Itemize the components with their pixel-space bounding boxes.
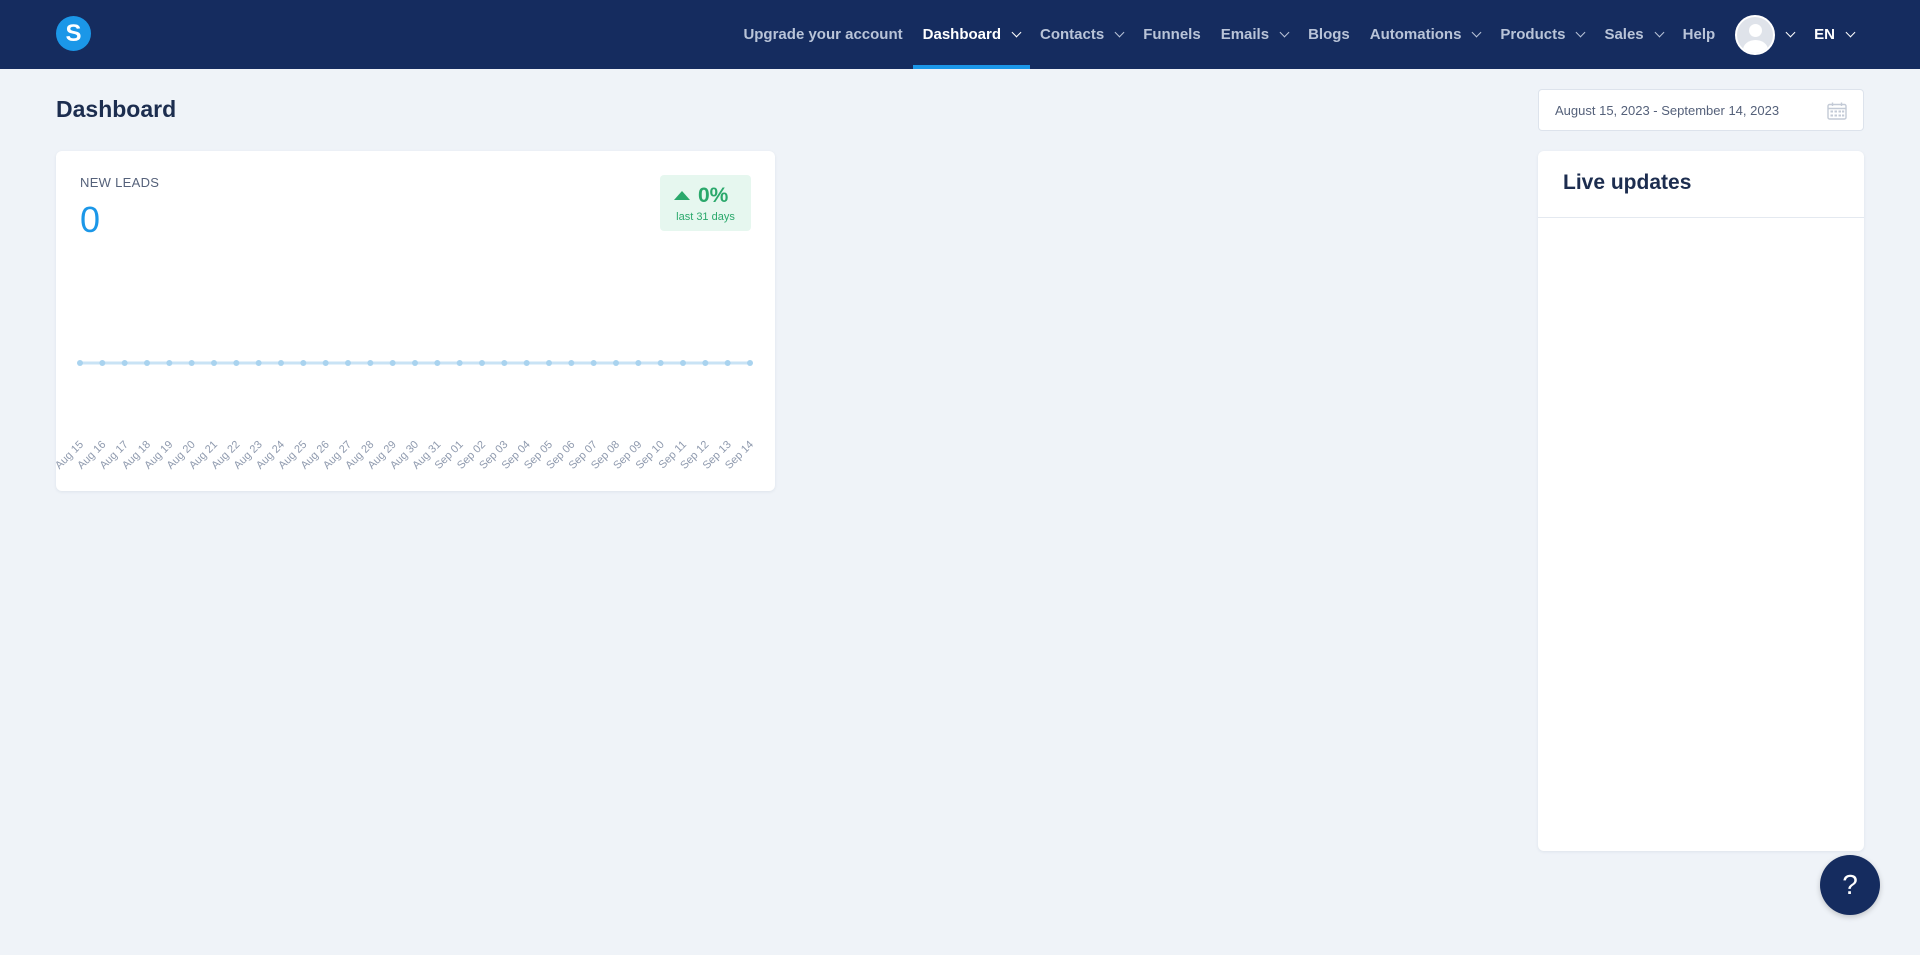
chart-point[interactable]	[188, 360, 195, 366]
date-range-value: August 15, 2023 - September 14, 2023	[1555, 102, 1780, 118]
live-updates-title: Live updates	[1563, 171, 1692, 194]
chart-point[interactable]	[121, 360, 128, 366]
new-leads-card: NEW LEADS 0 0% last 31 days Aug 15 Aug 16…	[56, 151, 775, 491]
language-label: EN	[1814, 26, 1835, 43]
nav-item-label: Contacts	[1040, 26, 1105, 43]
nav-item-label: Blogs	[1308, 26, 1350, 43]
chart-point[interactable]	[501, 360, 508, 366]
chart-point[interactable]	[412, 360, 418, 366]
chevron-down-icon	[1114, 27, 1125, 38]
chevron-down-icon	[1845, 27, 1856, 38]
chevron-down-icon	[1654, 27, 1665, 38]
nav-item-label: Automations	[1369, 26, 1462, 43]
chevron-down-icon	[1785, 27, 1796, 38]
chart-point[interactable]	[389, 360, 396, 366]
nav-item-label: Funnels	[1143, 26, 1201, 43]
nav-item-emails[interactable]: Emails	[1211, 0, 1298, 69]
chart-point[interactable]	[479, 360, 485, 366]
nav-item-label: Upgrade your account	[743, 26, 903, 43]
nav-item-label: Help	[1682, 26, 1716, 43]
help-button[interactable]: ?	[1820, 855, 1880, 915]
chart-point[interactable]	[747, 360, 753, 366]
date-range-picker[interactable]: August 15, 2023 - September 14, 2023	[1538, 89, 1864, 131]
live-updates-panel: Live updates	[1538, 151, 1864, 851]
chart-point[interactable]	[702, 360, 709, 366]
chart-point[interactable]	[680, 360, 686, 366]
chevron-down-icon	[1011, 27, 1022, 38]
chart-point[interactable]	[144, 360, 150, 366]
chart-point[interactable]	[367, 360, 374, 366]
chart-point[interactable]	[255, 360, 262, 366]
chart-point[interactable]	[590, 360, 597, 366]
chart-point[interactable]	[300, 360, 307, 366]
chart-point[interactable]	[211, 360, 217, 366]
chart-point[interactable]	[99, 360, 106, 366]
help-question-icon: ?	[1842, 869, 1858, 900]
chart-point[interactable]	[568, 360, 575, 366]
nav-item-label: Emails	[1220, 26, 1270, 43]
chart-point[interactable]	[233, 360, 240, 366]
nav-item-products[interactable]: Products	[1490, 0, 1594, 69]
nav-item-upgrade-your-account[interactable]: Upgrade your account	[733, 0, 912, 69]
new-leads-chart: Aug 15Aug 16Aug 17Aug 18Aug 19Aug 20Aug …	[56, 360, 756, 472]
language-selector[interactable]: EN	[1804, 0, 1864, 69]
chart-point[interactable]	[434, 360, 441, 366]
chart-point[interactable]	[278, 360, 284, 366]
chart-point[interactable]	[345, 360, 351, 366]
chevron-down-icon	[1279, 27, 1290, 38]
chart-point[interactable]	[456, 360, 463, 366]
nav-item-sales[interactable]: Sales	[1594, 0, 1672, 69]
chart-point[interactable]	[657, 360, 664, 366]
nav-item-automations[interactable]: Automations	[1360, 0, 1491, 69]
chevron-down-icon	[1471, 27, 1482, 38]
nav-item-blogs[interactable]: Blogs	[1298, 0, 1360, 69]
user-avatar-icon	[1735, 14, 1776, 55]
chart-point[interactable]	[724, 360, 731, 366]
divider	[1538, 217, 1864, 218]
chart-point[interactable]	[635, 360, 642, 366]
chart-point[interactable]	[523, 360, 530, 366]
nav-item-funnels[interactable]: Funnels	[1133, 0, 1211, 69]
calendar-icon	[1827, 102, 1847, 120]
chart-point[interactable]	[322, 360, 329, 366]
nav-item-contacts[interactable]: Contacts	[1030, 0, 1133, 69]
chart-point[interactable]	[613, 360, 619, 366]
chevron-down-icon	[1575, 27, 1586, 38]
nav-item-help[interactable]: Help	[1673, 0, 1726, 69]
page-title: Dashboard	[56, 96, 177, 122]
app-logo[interactable]: S	[56, 16, 91, 51]
chart-point[interactable]	[546, 360, 552, 366]
logo-letter: S	[65, 19, 82, 47]
main-nav: Upgrade your account Dashboard Contacts Fun…	[733, 0, 1864, 69]
nav-item-label: Products	[1500, 26, 1566, 43]
nav-item-label: Sales	[1604, 26, 1644, 43]
chart-point[interactable]	[166, 360, 173, 366]
nav-item-dashboard[interactable]: Dashboard	[912, 0, 1031, 69]
top-navigation-bar: S Upgrade your account Dashboard Contacts F…	[0, 0, 1920, 69]
chart-point[interactable]	[77, 360, 83, 366]
nav-item-label: Dashboard	[922, 26, 1001, 43]
user-menu-button[interactable]	[1725, 0, 1804, 69]
